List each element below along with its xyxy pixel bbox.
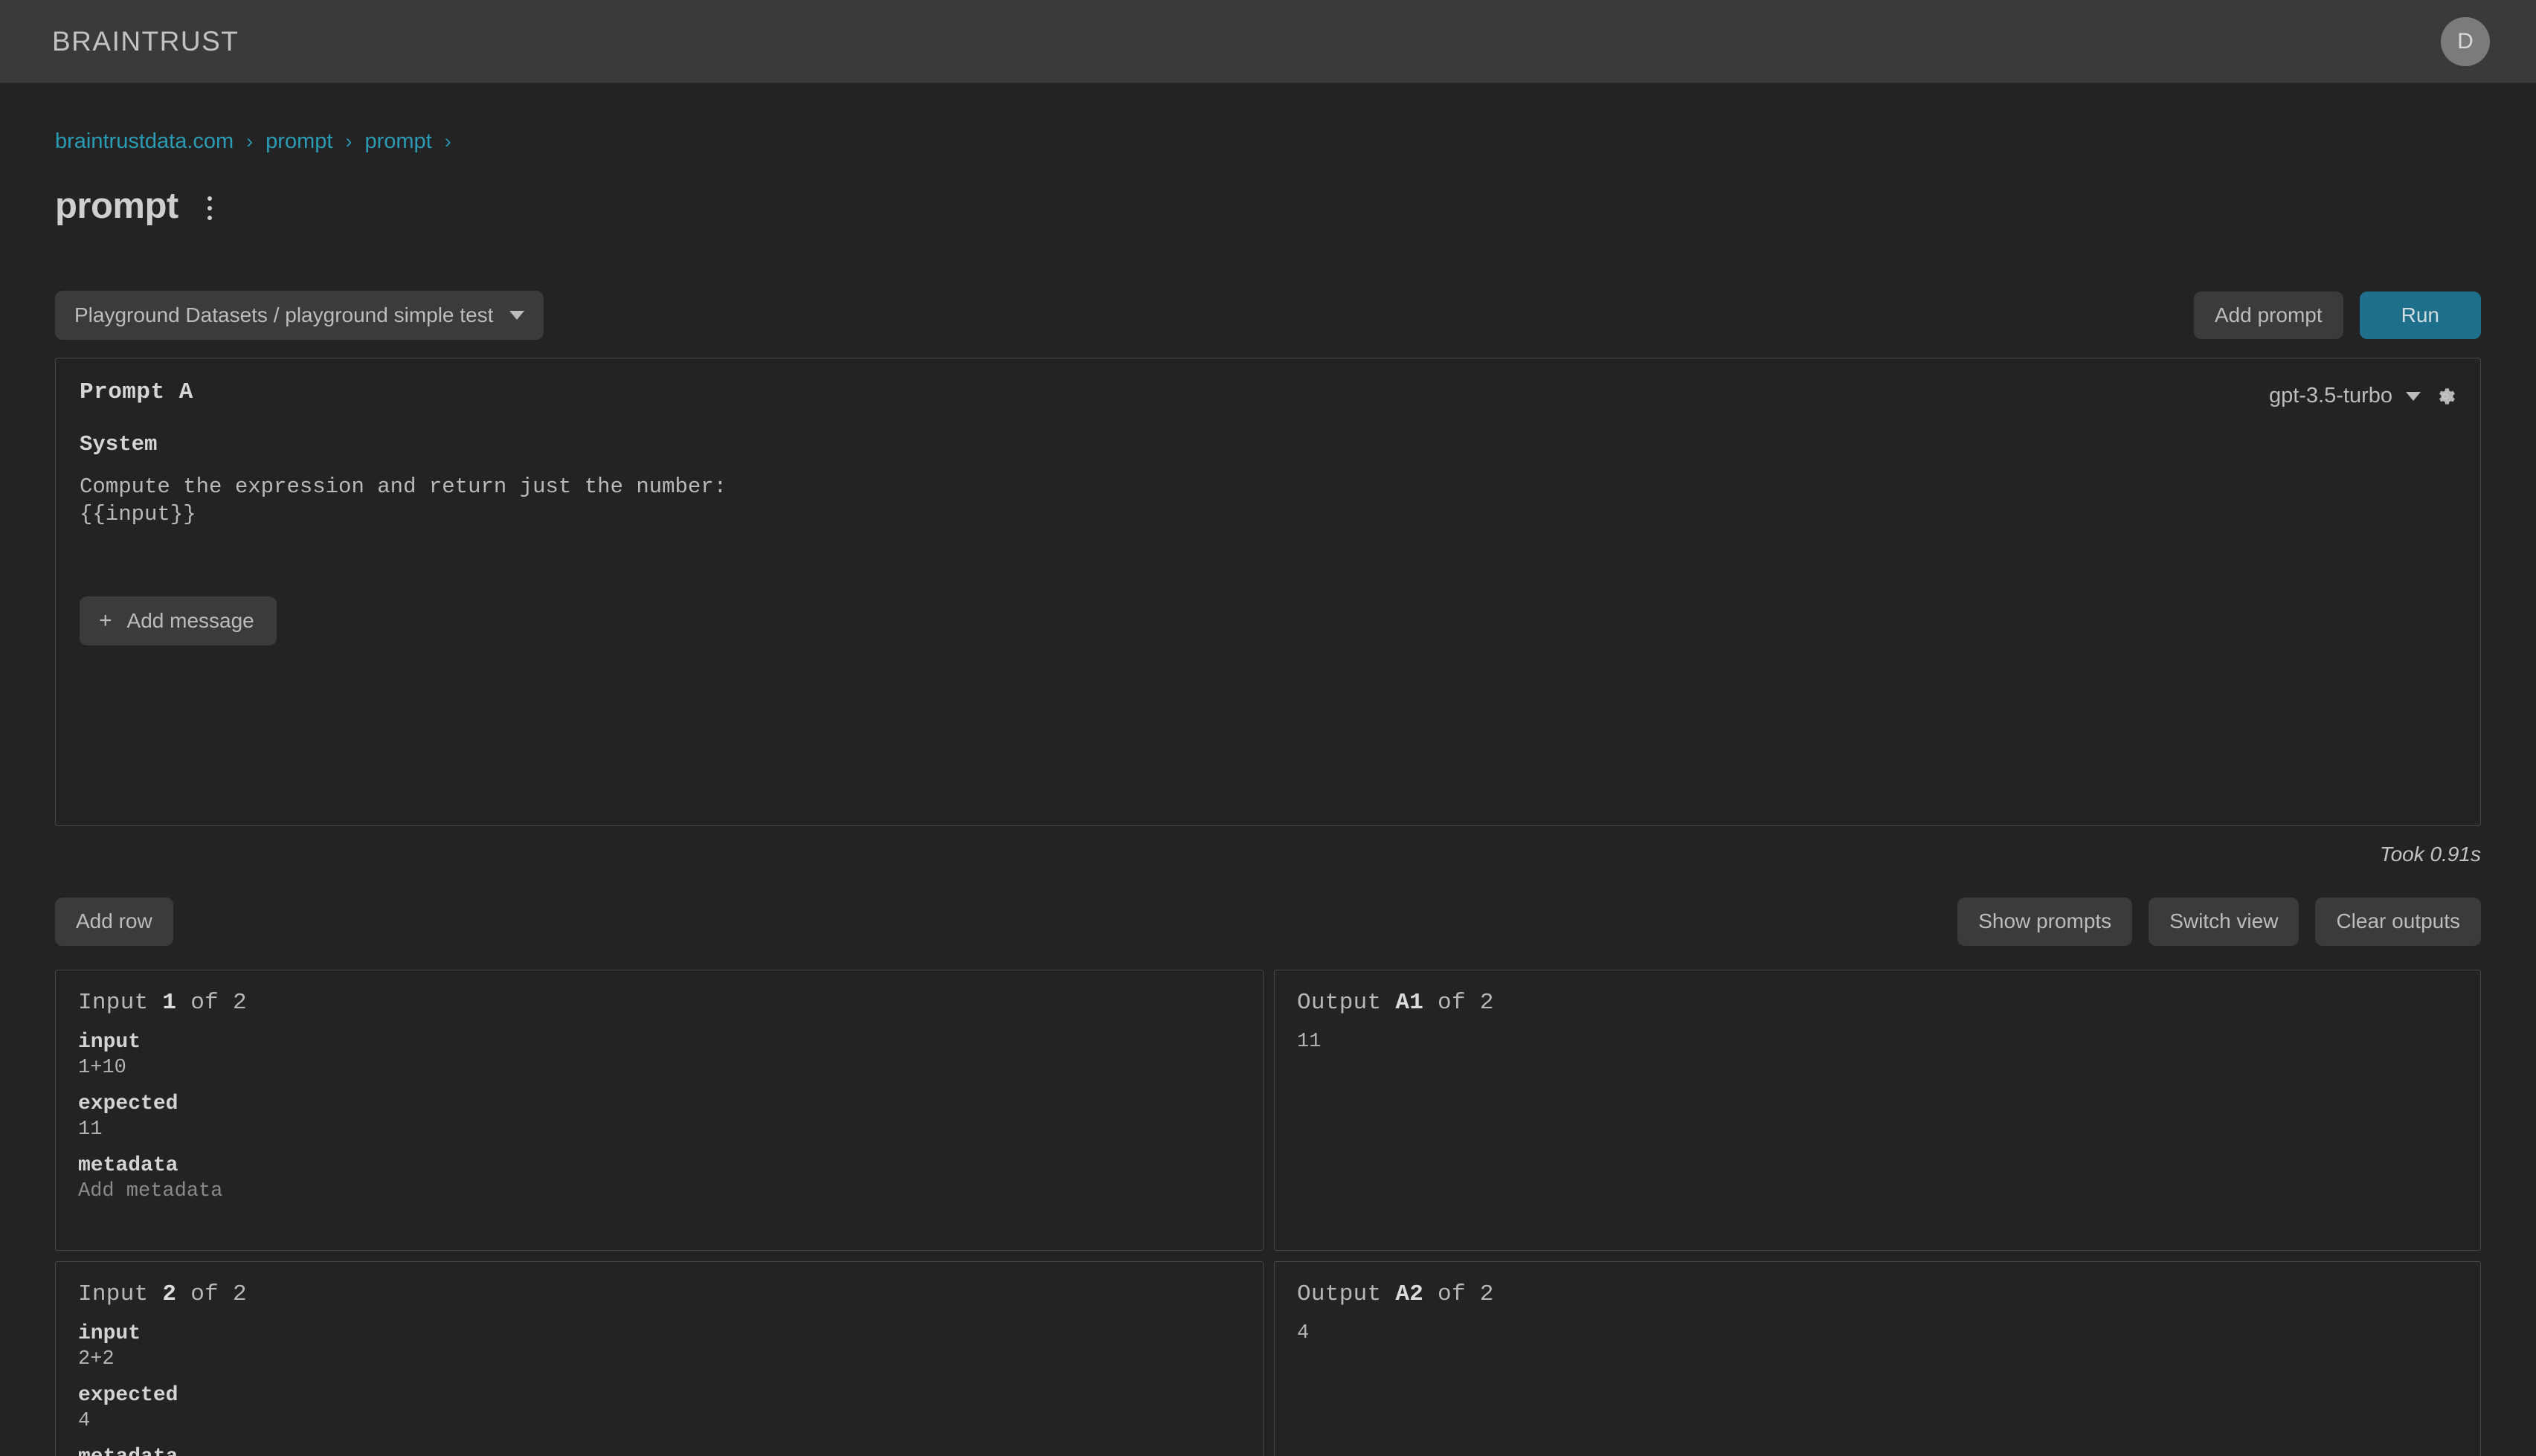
add-message-label: Add message xyxy=(127,609,254,633)
input-cell[interactable]: Input 1 of 2 input 1+10 expected 11 metadata A… xyxy=(55,970,1264,1251)
breadcrumb: braintrustdata.com › prompt › prompt › xyxy=(55,83,2481,154)
chevron-down-icon xyxy=(2406,392,2421,401)
field-value[interactable]: 2+2 xyxy=(78,1348,1240,1370)
toolbar-left: Playground Datasets / playground simple … xyxy=(55,291,544,340)
breadcrumb-separator-icon: › xyxy=(445,130,451,153)
app-header: BRAINTRUST D xyxy=(0,0,2536,83)
output-header-suffix: of 2 xyxy=(1423,1281,1494,1307)
row-toolbar-left: Add row xyxy=(55,898,173,946)
add-prompt-button[interactable]: Add prompt xyxy=(2194,291,2343,340)
field-value[interactable]: 4 xyxy=(78,1410,1240,1432)
field-key: metadata xyxy=(78,1446,1240,1456)
took-duration: Took 0.91s xyxy=(55,843,2481,866)
input-header-index: 2 xyxy=(162,1281,176,1307)
run-button[interactable]: Run xyxy=(2360,291,2481,340)
input-cell-header: Input 2 of 2 xyxy=(78,1281,1240,1307)
chevron-down-icon xyxy=(509,311,524,320)
field-value-placeholder[interactable]: Add metadata xyxy=(78,1180,1240,1202)
output-header-suffix: of 2 xyxy=(1423,990,1494,1016)
output-cell-header: Output A1 of 2 xyxy=(1297,990,2458,1016)
breadcrumb-item-playground[interactable]: prompt xyxy=(364,129,431,154)
toolbar-right: Add prompt Run xyxy=(2194,291,2481,340)
row-toolbar-right: Show prompts Switch view Clear outputs xyxy=(1957,898,2481,946)
input-header-prefix: Input xyxy=(78,990,162,1016)
field-key: input xyxy=(78,1031,1240,1054)
field-value[interactable]: 11 xyxy=(78,1118,1240,1141)
gear-icon[interactable] xyxy=(2434,385,2456,408)
avatar[interactable]: D xyxy=(2441,17,2490,66)
input-header-index: 1 xyxy=(162,990,176,1016)
output-header-index: A2 xyxy=(1395,1281,1423,1307)
playground-toolbar: Playground Datasets / playground simple … xyxy=(55,291,2481,340)
prompt-card-header: Prompt A gpt-3.5-turbo xyxy=(80,379,2456,408)
io-row: Input 1 of 2 input 1+10 expected 11 metadata A… xyxy=(55,970,2481,1251)
plus-icon: + xyxy=(99,610,112,632)
breadcrumb-separator-icon: › xyxy=(345,130,352,153)
output-header-index: A1 xyxy=(1395,990,1423,1016)
field-value[interactable]: 1+10 xyxy=(78,1057,1240,1079)
input-cell[interactable]: Input 2 of 2input2+2expected4metadataAdd… xyxy=(55,1261,1264,1456)
output-cell-header: Output A2 of 2 xyxy=(1297,1281,2458,1307)
add-message-button[interactable]: + Add message xyxy=(80,596,277,645)
model-selector[interactable]: gpt-3.5-turbo xyxy=(2269,379,2456,408)
brand-logo[interactable]: BRAINTRUST xyxy=(52,26,239,57)
dataset-select[interactable]: Playground Datasets / playground simple … xyxy=(55,291,544,340)
field-key: input xyxy=(78,1322,1240,1345)
dataset-select-label: Playground Datasets / playground simple … xyxy=(74,303,493,327)
title-row: prompt xyxy=(55,185,2481,227)
kebab-dot xyxy=(207,196,212,201)
kebab-menu-icon[interactable] xyxy=(199,190,220,222)
output-header-prefix: Output xyxy=(1297,990,1395,1016)
input-header-suffix: of 2 xyxy=(176,1281,247,1307)
kebab-dot xyxy=(207,216,212,220)
prompt-message-text[interactable]: Compute the expression and return just t… xyxy=(80,473,2456,528)
io-row: Input 2 of 2input2+2expected4metadataAdd… xyxy=(55,1261,2481,1456)
prompt-label: Prompt A xyxy=(80,379,193,405)
row-toolbar: Add row Show prompts Switch view Clear o… xyxy=(55,898,2481,946)
show-prompts-button[interactable]: Show prompts xyxy=(1957,898,2132,946)
model-name-label: gpt-3.5-turbo xyxy=(2269,384,2392,408)
clear-outputs-button[interactable]: Clear outputs xyxy=(2315,898,2481,946)
output-value: 4 xyxy=(1297,1322,2458,1344)
switch-view-button[interactable]: Switch view xyxy=(2149,898,2299,946)
add-row-button[interactable]: Add row xyxy=(55,898,173,946)
input-cell-header: Input 1 of 2 xyxy=(78,990,1240,1016)
breadcrumb-item-org[interactable]: braintrustdata.com xyxy=(55,129,234,154)
page-title: prompt xyxy=(55,185,178,227)
breadcrumb-item-project[interactable]: prompt xyxy=(265,129,332,154)
io-grid: Input 1 of 2 input 1+10 expected 11 metadata A… xyxy=(55,970,2481,1456)
input-header-prefix: Input xyxy=(78,1281,162,1307)
output-cell[interactable]: Output A1 of 2 11 xyxy=(1274,970,2481,1251)
prompt-card: Prompt A gpt-3.5-turbo System Compute th… xyxy=(55,358,2481,826)
output-value: 11 xyxy=(1297,1031,2458,1053)
field-key: expected xyxy=(78,1384,1240,1407)
output-header-prefix: Output xyxy=(1297,1281,1395,1307)
input-header-suffix: of 2 xyxy=(176,990,247,1016)
field-key: metadata xyxy=(78,1154,1240,1177)
field-key: expected xyxy=(78,1092,1240,1115)
page-body: braintrustdata.com › prompt › prompt › p… xyxy=(0,83,2536,1456)
breadcrumb-separator-icon: › xyxy=(246,130,253,153)
output-cell[interactable]: Output A2 of 2 4 xyxy=(1274,1261,2481,1456)
message-role-label: System xyxy=(80,432,2456,457)
kebab-dot xyxy=(207,206,212,210)
